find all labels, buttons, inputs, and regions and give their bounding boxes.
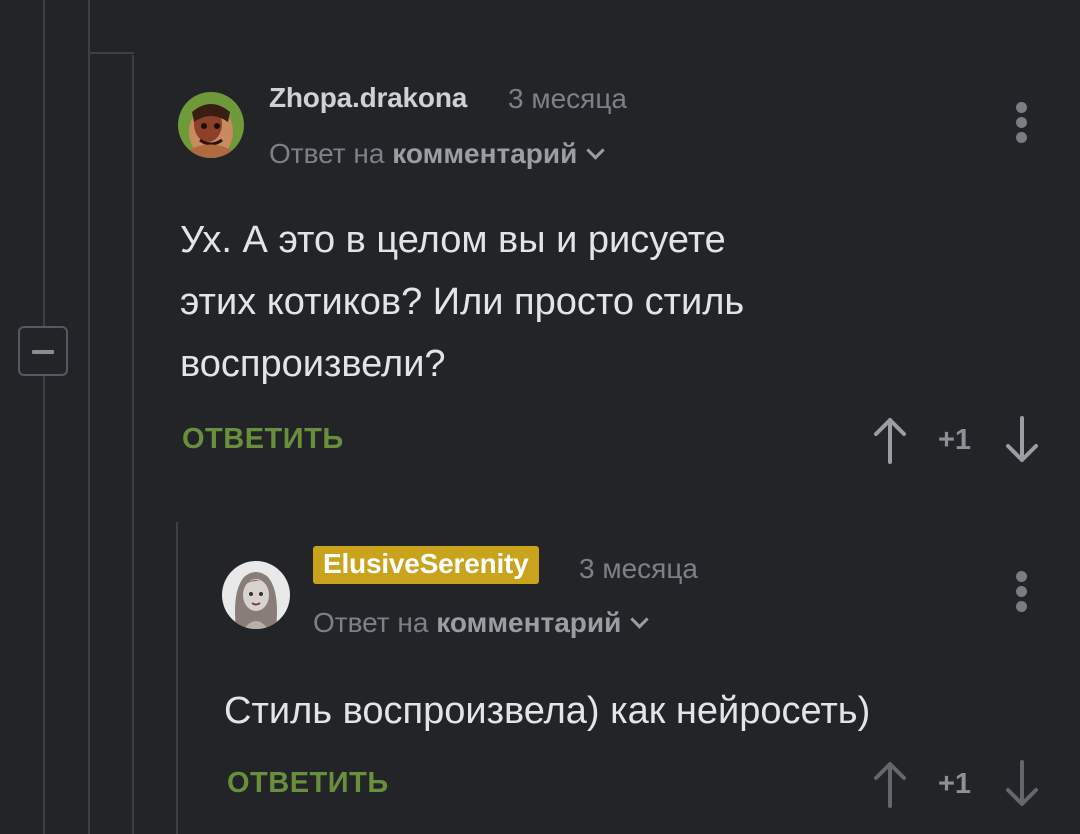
- more-options-icon[interactable]: [1016, 571, 1028, 615]
- avatar[interactable]: [178, 92, 244, 158]
- thread-line-level-4: [176, 522, 178, 834]
- reply-button[interactable]: ОТВЕТИТЬ: [182, 423, 344, 456]
- comment-body: Стиль воспроизвела) как нейросеть): [224, 680, 870, 742]
- chevron-down-icon: [586, 141, 606, 160]
- avatar-image: [222, 561, 290, 629]
- thread-line-level-3: [132, 55, 134, 834]
- thread-line-top-connector: [88, 52, 134, 54]
- collapse-thread-button[interactable]: [18, 326, 68, 376]
- comment-line: воспроизвели?: [180, 343, 446, 385]
- reply-to-target: комментарий: [392, 138, 578, 169]
- avatar-image: [178, 92, 244, 158]
- comment-line: этих котиков? Или просто стиль: [180, 281, 745, 323]
- vote-score: +1: [938, 768, 972, 800]
- comment-author-op[interactable]: ElusiveSerenity: [313, 546, 539, 584]
- avatar[interactable]: [222, 561, 290, 629]
- comment-time: 3 месяца: [508, 83, 627, 114]
- comment-line: Стиль воспроизвела) как нейросеть): [224, 690, 871, 732]
- comment-body: Ух. А это в целом вы и рисуете этих коти…: [180, 209, 744, 395]
- upvote-arrow-icon[interactable]: [872, 416, 908, 464]
- reply-to-target: комментарий: [436, 607, 622, 638]
- reply-to-prefix: Ответ на: [269, 138, 385, 169]
- downvote-arrow-icon[interactable]: [1004, 760, 1040, 808]
- reply-to-link[interactable]: Ответ на комментарий: [269, 138, 606, 170]
- comment-time: 3 месяца: [579, 553, 698, 584]
- chevron-down-icon: [630, 610, 650, 629]
- collapse-thread-icon: [32, 350, 54, 354]
- reply-button[interactable]: ОТВЕТИТЬ: [227, 767, 389, 800]
- downvote-arrow-icon[interactable]: [1004, 416, 1040, 464]
- reply-to-link[interactable]: Ответ на комментарий: [313, 607, 650, 639]
- vote-score: +1: [938, 424, 972, 456]
- reply-to-prefix: Ответ на: [313, 607, 429, 638]
- upvote-arrow-icon[interactable]: [872, 760, 908, 808]
- more-options-icon[interactable]: [1016, 102, 1028, 146]
- thread-line-level-2: [88, 0, 90, 834]
- comment-author[interactable]: Zhopa.drakona: [269, 82, 467, 114]
- comment-line: Ух. А это в целом вы и рисуете: [180, 219, 726, 261]
- thread-line-level-1: [43, 0, 45, 834]
